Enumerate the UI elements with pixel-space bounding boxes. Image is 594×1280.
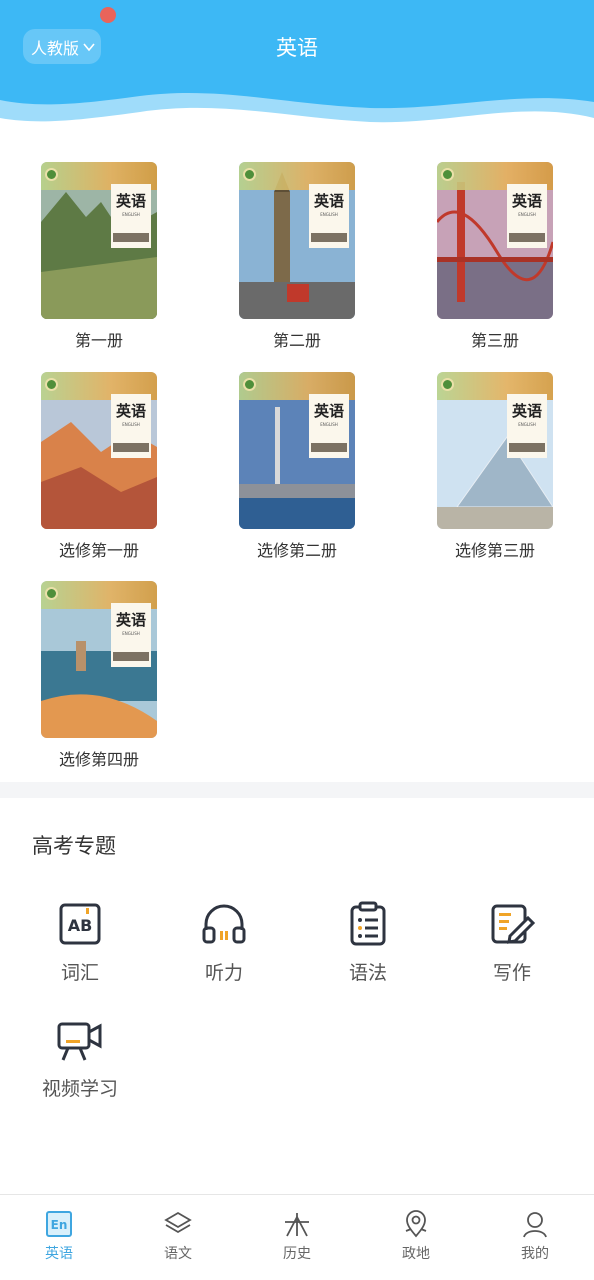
topic-label: 词汇 <box>60 962 99 984</box>
book-item[interactable]: 英语 ENGLISH 第一册 <box>19 162 179 351</box>
gaokao-section-title: 高考专题 <box>32 834 116 858</box>
book-cover: 英语 ENGLISH <box>239 372 355 529</box>
section-divider <box>0 782 594 798</box>
book-cover: 英语 ENGLISH <box>41 162 157 319</box>
topic-video[interactable]: 视频学习 <box>20 1016 140 1101</box>
topic-grammar[interactable]: 语法 <box>308 900 428 985</box>
svg-text:En: En <box>51 1218 68 1232</box>
headphones-icon <box>202 904 246 944</box>
header: 人教版 英语 <box>0 0 594 140</box>
topic-vocabulary[interactable]: AB 词汇 <box>20 900 140 985</box>
book-cover: 英语 ENGLISH <box>41 581 157 738</box>
map-pin-icon <box>405 1210 427 1238</box>
topic-label: 听力 <box>204 962 243 984</box>
page-title: 英语 <box>276 36 318 60</box>
topic-listening[interactable]: 听力 <box>164 900 284 985</box>
nav-label: 历史 <box>283 1246 311 1262</box>
topic-label: 写作 <box>492 962 531 984</box>
book-item[interactable]: 英语 ENGLISH 第三册 <box>415 162 575 351</box>
book-cover: 英语 ENGLISH <box>239 162 355 319</box>
book-cover: 英语 ENGLISH <box>41 372 157 529</box>
book-item[interactable]: 英语 ENGLISH 选修第四册 <box>19 581 179 770</box>
book-item[interactable]: 英语 ENGLISH 选修第一册 <box>19 372 179 561</box>
nav-item-politics-geo[interactable]: 政地 <box>376 1209 456 1263</box>
ab-vocabulary-icon: AB <box>59 903 101 945</box>
book-name: 选修第二册 <box>256 541 337 560</box>
book-name: 第三册 <box>470 331 519 350</box>
book-name: 第一册 <box>74 331 123 350</box>
nav-label: 政地 <box>402 1246 430 1262</box>
topic-label: 语法 <box>348 962 387 984</box>
book-cover: 英语 ENGLISH <box>437 162 553 319</box>
history-icon <box>285 1213 309 1237</box>
book-item[interactable]: 英语 ENGLISH 选修第三册 <box>415 372 575 561</box>
nav-label: 英语 <box>45 1246 73 1262</box>
book-name: 选修第三册 <box>454 541 535 560</box>
bottom-nav: En 英语 语文 历史 政地 我的 <box>0 1194 594 1280</box>
user-icon <box>523 1212 547 1238</box>
book-item[interactable]: 英语 ENGLISH 选修第二册 <box>217 372 377 561</box>
nav-item-chinese[interactable]: 语文 <box>138 1209 218 1263</box>
video-camera-icon <box>57 1022 102 1061</box>
topic-label: 视频学习 <box>41 1078 118 1100</box>
nav-item-mine[interactable]: 我的 <box>495 1209 575 1263</box>
layers-icon <box>164 1211 192 1234</box>
nav-label: 我的 <box>521 1246 549 1262</box>
header-wave-background <box>0 0 594 140</box>
notification-dot <box>100 7 116 23</box>
clipboard-list-icon <box>350 901 386 946</box>
book-name: 第二册 <box>272 331 321 350</box>
en-icon: En <box>46 1211 72 1237</box>
book-name: 选修第一册 <box>58 541 139 560</box>
svg-text:AB: AB <box>68 916 93 935</box>
nav-item-history[interactable]: 历史 <box>257 1209 337 1263</box>
topic-writing[interactable]: 写作 <box>452 900 572 985</box>
book-cover: 英语 ENGLISH <box>437 372 553 529</box>
book-item[interactable]: 英语 ENGLISH 第二册 <box>217 162 377 351</box>
nav-item-english[interactable]: En 英语 <box>19 1209 99 1263</box>
note-pen-icon <box>491 904 536 944</box>
book-name: 选修第四册 <box>58 750 139 769</box>
nav-label: 语文 <box>164 1246 192 1262</box>
